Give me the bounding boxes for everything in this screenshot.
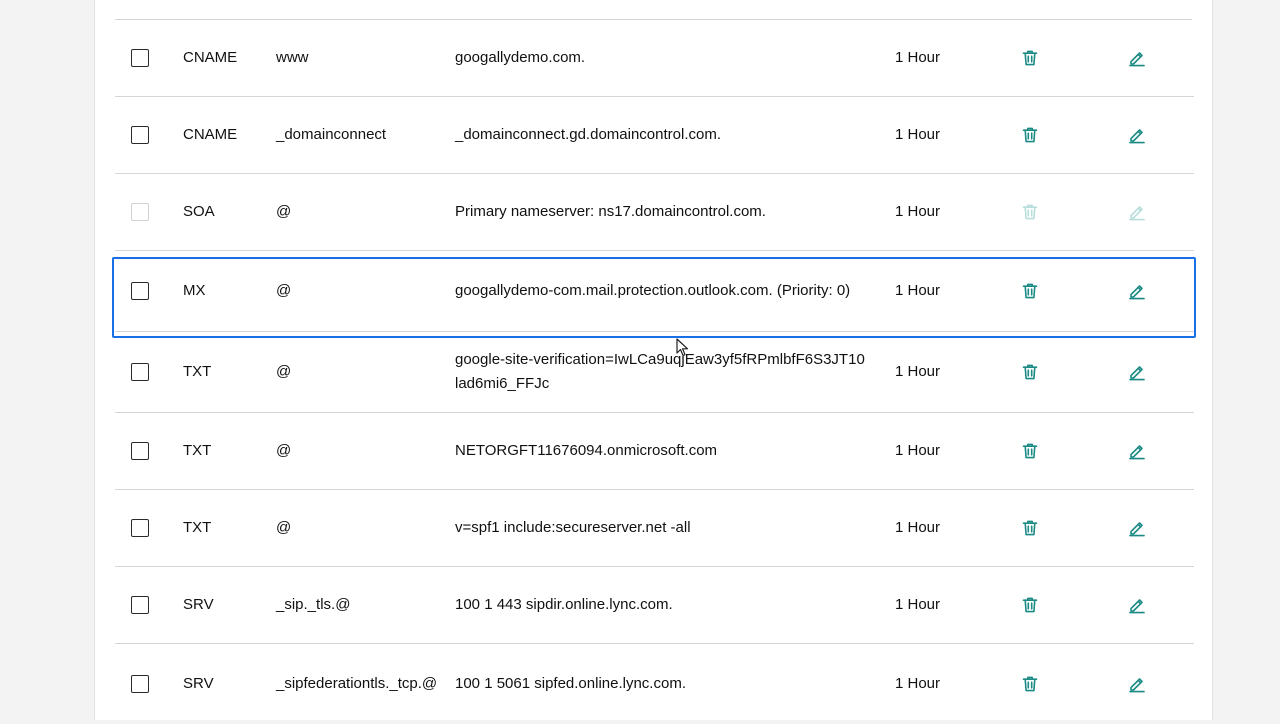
record-ttl: 1 Hour bbox=[895, 363, 941, 380]
record-ttl: 1 Hour bbox=[895, 519, 941, 536]
pencil-icon[interactable] bbox=[1126, 97, 1148, 173]
record-type: TXT bbox=[183, 363, 212, 380]
trash-icon[interactable] bbox=[1019, 490, 1041, 566]
trash-icon[interactable] bbox=[1019, 332, 1041, 412]
record-type: MX bbox=[183, 282, 206, 299]
record-type: CNAME bbox=[183, 126, 238, 143]
record-type: CNAME bbox=[183, 49, 238, 66]
record-data: 100 1 5061 sipfed.online.lync.com. bbox=[455, 675, 686, 692]
record-ttl: 1 Hour bbox=[895, 126, 941, 143]
record-type: SOA bbox=[183, 203, 215, 220]
pencil-icon[interactable] bbox=[1126, 332, 1148, 412]
table-row: MX @ googallydemo-com.mail.protection.ou… bbox=[115, 251, 1194, 332]
pencil-icon bbox=[1126, 174, 1148, 250]
record-name: _domainconnect bbox=[276, 126, 387, 143]
row-checkbox[interactable] bbox=[131, 675, 149, 693]
row-checkbox[interactable] bbox=[131, 596, 149, 614]
trash-icon[interactable] bbox=[1019, 97, 1041, 173]
record-ttl: 1 Hour bbox=[895, 675, 941, 692]
record-name: @ bbox=[276, 442, 292, 459]
trash-icon[interactable] bbox=[1019, 251, 1041, 331]
record-ttl: 1 Hour bbox=[895, 203, 941, 220]
pencil-icon[interactable] bbox=[1126, 567, 1148, 643]
record-data: googallydemo-com.mail.protection.outlook… bbox=[455, 282, 851, 299]
record-data: google-site-verification=IwLCa9uqjEaw3yf… bbox=[455, 351, 865, 392]
record-name: @ bbox=[276, 203, 292, 220]
table-row: SOA @ Primary nameserver: ns17.domaincon… bbox=[115, 174, 1194, 251]
row-checkbox[interactable] bbox=[131, 519, 149, 537]
record-data: 100 1 443 sipdir.online.lync.com. bbox=[455, 596, 673, 613]
row-checkbox[interactable] bbox=[131, 282, 149, 300]
table-row: TXT @ v=spf1 include:secureserver.net -a… bbox=[115, 490, 1194, 567]
record-data: NETORGFT11676094.onmicrosoft.com bbox=[455, 442, 718, 459]
pencil-icon[interactable] bbox=[1126, 413, 1148, 489]
row-checkbox[interactable] bbox=[131, 363, 149, 381]
record-type: TXT bbox=[183, 519, 212, 536]
row-checkbox[interactable] bbox=[131, 49, 149, 67]
trash-icon bbox=[1019, 174, 1041, 250]
mouse-cursor-icon bbox=[676, 338, 689, 363]
row-checkbox[interactable] bbox=[131, 126, 149, 144]
trash-icon[interactable] bbox=[1019, 644, 1041, 724]
record-ttl: 1 Hour bbox=[895, 49, 941, 66]
trash-icon[interactable] bbox=[1019, 567, 1041, 643]
record-data: Primary nameserver: ns17.domaincontrol.c… bbox=[455, 203, 766, 220]
record-data: _domainconnect.gd.domaincontrol.com. bbox=[455, 126, 721, 143]
trash-icon[interactable] bbox=[1019, 413, 1041, 489]
table-row: CNAME www googallydemo.com. 1 Hour bbox=[115, 20, 1194, 97]
pencil-icon[interactable] bbox=[1126, 490, 1148, 566]
row-checkbox[interactable] bbox=[131, 442, 149, 460]
record-name: @ bbox=[276, 519, 292, 536]
trash-icon[interactable] bbox=[1019, 20, 1041, 96]
record-ttl: 1 Hour bbox=[895, 596, 941, 613]
row-checkbox bbox=[131, 203, 149, 221]
record-name: @ bbox=[276, 282, 292, 299]
record-name: _sipfederationtls._tcp.@ bbox=[276, 675, 438, 692]
record-name: @ bbox=[276, 363, 292, 380]
table-row: TXT @ google-site-verification=IwLCa9uqj… bbox=[115, 332, 1194, 413]
record-ttl: 1 Hour bbox=[895, 442, 941, 459]
record-data: v=spf1 include:secureserver.net -all bbox=[455, 519, 691, 536]
table-row: CNAME _domainconnect _domainconnect.gd.d… bbox=[115, 97, 1194, 174]
record-type: SRV bbox=[183, 675, 214, 692]
table-row: SRV _sipfederationtls._tcp.@ 100 1 5061 … bbox=[115, 644, 1194, 724]
pencil-icon[interactable] bbox=[1126, 644, 1148, 724]
dns-records-card: CNAME www googallydemo.com. 1 Hour CNAME… bbox=[94, 0, 1213, 720]
pencil-icon[interactable] bbox=[1126, 251, 1148, 331]
record-type: TXT bbox=[183, 442, 212, 459]
record-name: _sip._tls.@ bbox=[276, 596, 351, 613]
record-name: www bbox=[276, 49, 309, 66]
record-data: googallydemo.com. bbox=[455, 49, 586, 66]
record-type: SRV bbox=[183, 596, 214, 613]
pencil-icon[interactable] bbox=[1126, 20, 1148, 96]
table-row: SRV _sip._tls.@ 100 1 443 sipdir.online.… bbox=[115, 567, 1194, 644]
table-row: TXT @ NETORGFT11676094.onmicrosoft.com 1… bbox=[115, 413, 1194, 490]
record-ttl: 1 Hour bbox=[895, 282, 941, 299]
